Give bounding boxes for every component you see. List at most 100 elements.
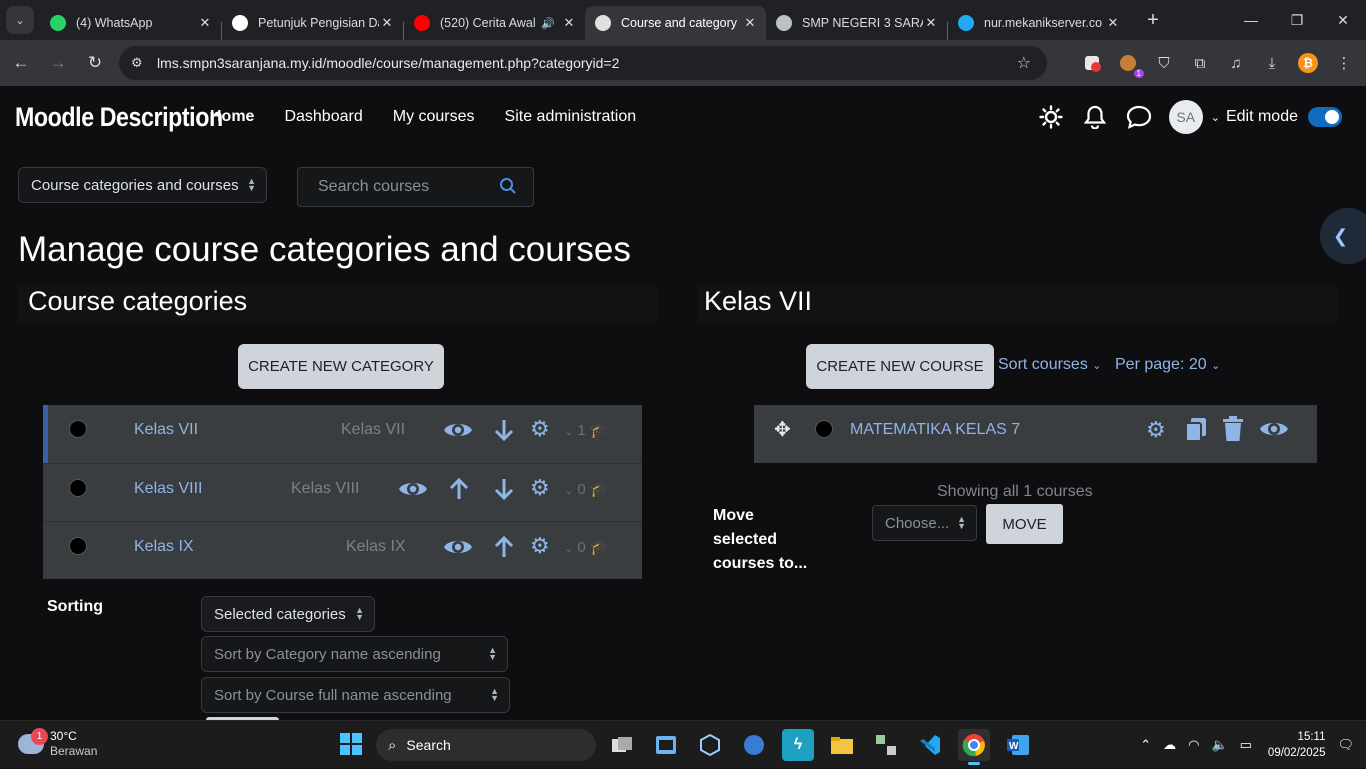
virtualbox-icon[interactable] — [694, 729, 726, 761]
sort-course-select[interactable]: Sort by Course full name ascending ▲ ▼ — [201, 677, 510, 713]
eye-icon[interactable] — [443, 418, 473, 448]
vscode-icon[interactable] — [914, 729, 946, 761]
bookmark-star-icon[interactable]: ☆ — [1017, 53, 1031, 73]
cloud-sync-icon[interactable]: ☁ — [1163, 737, 1176, 753]
move-handle-icon[interactable]: ✥ — [774, 417, 791, 442]
word-icon[interactable]: W — [1002, 729, 1034, 761]
back-icon[interactable]: ← — [5, 47, 37, 79]
browser-tab[interactable]: (4) WhatsApp ✕ — [40, 6, 221, 40]
reload-icon[interactable]: ↻ — [79, 47, 111, 79]
chevron-up-icon[interactable]: ⌃ — [1140, 737, 1151, 753]
puzzle-icon[interactable]: ⧉ — [1188, 51, 1212, 75]
notification-center-icon[interactable]: 🗨 — [1337, 737, 1354, 753]
bitcoin-icon[interactable]: ₿ — [1296, 51, 1320, 75]
maximize-icon[interactable]: ❐ — [1274, 0, 1320, 40]
browser-tab[interactable]: (520) Cerita Awal 🔊 ✕ — [404, 6, 585, 40]
theme-sun-icon[interactable] — [1037, 103, 1065, 131]
category-checkbox[interactable] — [69, 420, 87, 438]
bolt-app-icon[interactable]: ϟ — [782, 729, 814, 761]
gear-icon[interactable]: ⚙ — [1146, 417, 1166, 443]
media-icon[interactable]: ♫ — [1224, 51, 1248, 75]
per-page-dropdown[interactable]: Per page: 20 ⌄ — [1115, 356, 1220, 374]
close-window-icon[interactable]: ✕ — [1320, 0, 1366, 40]
volume-icon[interactable]: 🔈 — [1211, 737, 1227, 753]
chevron-down-icon[interactable]: ⌄ — [564, 426, 573, 438]
eye-icon[interactable] — [1259, 417, 1289, 447]
gear-icon[interactable]: ⚙ — [530, 416, 550, 442]
category-name-link[interactable]: Kelas IX — [134, 538, 194, 556]
site-brand[interactable]: Moodle Description — [15, 102, 223, 133]
move-target-select[interactable]: Choose... ▲ ▼ — [872, 505, 977, 541]
sort-courses-dropdown[interactable]: Sort courses ⌄ — [998, 356, 1101, 374]
task-view-icon[interactable] — [606, 729, 638, 761]
taskbar-search[interactable]: ⌕ Search — [376, 729, 596, 761]
close-tab-icon[interactable]: ✕ — [379, 15, 395, 31]
clock[interactable]: 15:11 09/02/2025 — [1268, 729, 1326, 761]
nav-site-administration[interactable]: Site administration — [505, 108, 637, 126]
arrow-up-icon[interactable] — [493, 535, 515, 565]
arrow-up-icon[interactable] — [448, 477, 470, 507]
browser-tab[interactable]: Course and category ✕ — [585, 6, 766, 40]
sort-target-select[interactable]: Selected categories ▲ ▼ — [201, 596, 375, 632]
course-name-link[interactable]: MATEMATIKA KELAS 7 — [850, 421, 1020, 439]
close-tab-icon[interactable]: ✕ — [1105, 15, 1121, 31]
file-explorer-icon[interactable] — [826, 729, 858, 761]
arrow-down-icon[interactable] — [493, 418, 515, 448]
edit-mode-toggle[interactable] — [1308, 107, 1342, 127]
chrome-icon[interactable] — [958, 729, 990, 765]
trash-icon[interactable] — [1222, 416, 1244, 448]
notification-bell-icon[interactable] — [1081, 103, 1109, 131]
messages-icon[interactable] — [1125, 103, 1153, 131]
create-category-button[interactable]: CREATE NEW CATEGORY — [238, 344, 444, 389]
network-app-icon[interactable] — [870, 729, 902, 761]
category-checkbox[interactable] — [69, 537, 87, 555]
battery-icon[interactable]: ▭ — [1240, 737, 1252, 753]
forward-icon[interactable]: → — [42, 47, 74, 79]
tab-search-button[interactable]: ⌄ — [6, 6, 34, 34]
close-tab-icon[interactable]: ✕ — [923, 15, 939, 31]
nav-dashboard[interactable]: Dashboard — [284, 108, 362, 126]
weather-widget[interactable]: 1 30°C Berawan — [18, 728, 97, 759]
gear-icon[interactable]: ⚙ — [530, 533, 550, 559]
app-circle-icon[interactable] — [738, 729, 770, 761]
nav-my-courses[interactable]: My courses — [393, 108, 475, 126]
address-bar[interactable]: ⚙ lms.smpn3saranjana.my.id/moodle/course… — [119, 46, 1047, 80]
chevron-down-icon[interactable]: ⌄ — [564, 485, 573, 497]
category-checkbox[interactable] — [69, 479, 87, 497]
minimize-icon[interactable]: — — [1228, 0, 1274, 40]
close-tab-icon[interactable]: ✕ — [197, 15, 213, 31]
create-course-button[interactable]: CREATE NEW COURSE — [806, 344, 994, 389]
wifi-icon[interactable]: ◠ — [1188, 737, 1199, 753]
view-select[interactable]: Course categories and courses ▲ ▼ — [18, 167, 267, 203]
browser-tab[interactable]: nur.mekanikserver.co ✕ — [948, 6, 1129, 40]
eye-icon[interactable] — [443, 535, 473, 565]
widgets-app-icon[interactable] — [650, 729, 682, 761]
site-info-icon[interactable]: ⚙ — [131, 55, 151, 71]
windows-start-icon[interactable] — [340, 733, 362, 755]
download-icon[interactable]: ⤓ — [1260, 51, 1284, 75]
user-menu-chevron-down-icon[interactable]: ⌄ — [1211, 111, 1220, 124]
shield-icon[interactable]: ⛉ — [1152, 51, 1176, 75]
browser-tab[interactable]: Petunjuk Pengisian Da ✕ — [222, 6, 403, 40]
user-avatar[interactable]: SA — [1168, 100, 1203, 134]
audio-playing-icon[interactable]: 🔊 — [541, 17, 555, 30]
chevron-down-icon[interactable]: ⌄ — [564, 543, 573, 555]
menu-icon[interactable]: ⋮ — [1332, 51, 1356, 75]
browser-tab[interactable]: SMP NEGERI 3 SARAN✕ — [766, 6, 947, 40]
close-tab-icon[interactable]: ✕ — [561, 15, 577, 31]
arrow-down-icon[interactable] — [493, 477, 515, 507]
extension-badge-icon[interactable]: 1 — [1116, 51, 1144, 78]
category-name-link[interactable]: Kelas VIII — [134, 480, 202, 498]
course-checkbox[interactable] — [815, 420, 833, 438]
extension-icon[interactable] — [1080, 51, 1104, 75]
sort-category-select[interactable]: Sort by Category name ascending ▲ ▼ — [201, 636, 508, 672]
gear-icon[interactable]: ⚙ — [530, 475, 550, 501]
search-icon[interactable] — [499, 177, 517, 200]
eye-icon[interactable] — [398, 477, 428, 507]
close-tab-icon[interactable]: ✕ — [742, 15, 758, 31]
move-button[interactable]: MOVE — [986, 504, 1063, 544]
copy-icon[interactable] — [1184, 417, 1208, 449]
new-tab-button[interactable]: + — [1139, 6, 1167, 34]
course-search-input[interactable]: Search courses — [297, 167, 534, 207]
block-drawer-toggle[interactable]: ❮ — [1320, 208, 1366, 264]
